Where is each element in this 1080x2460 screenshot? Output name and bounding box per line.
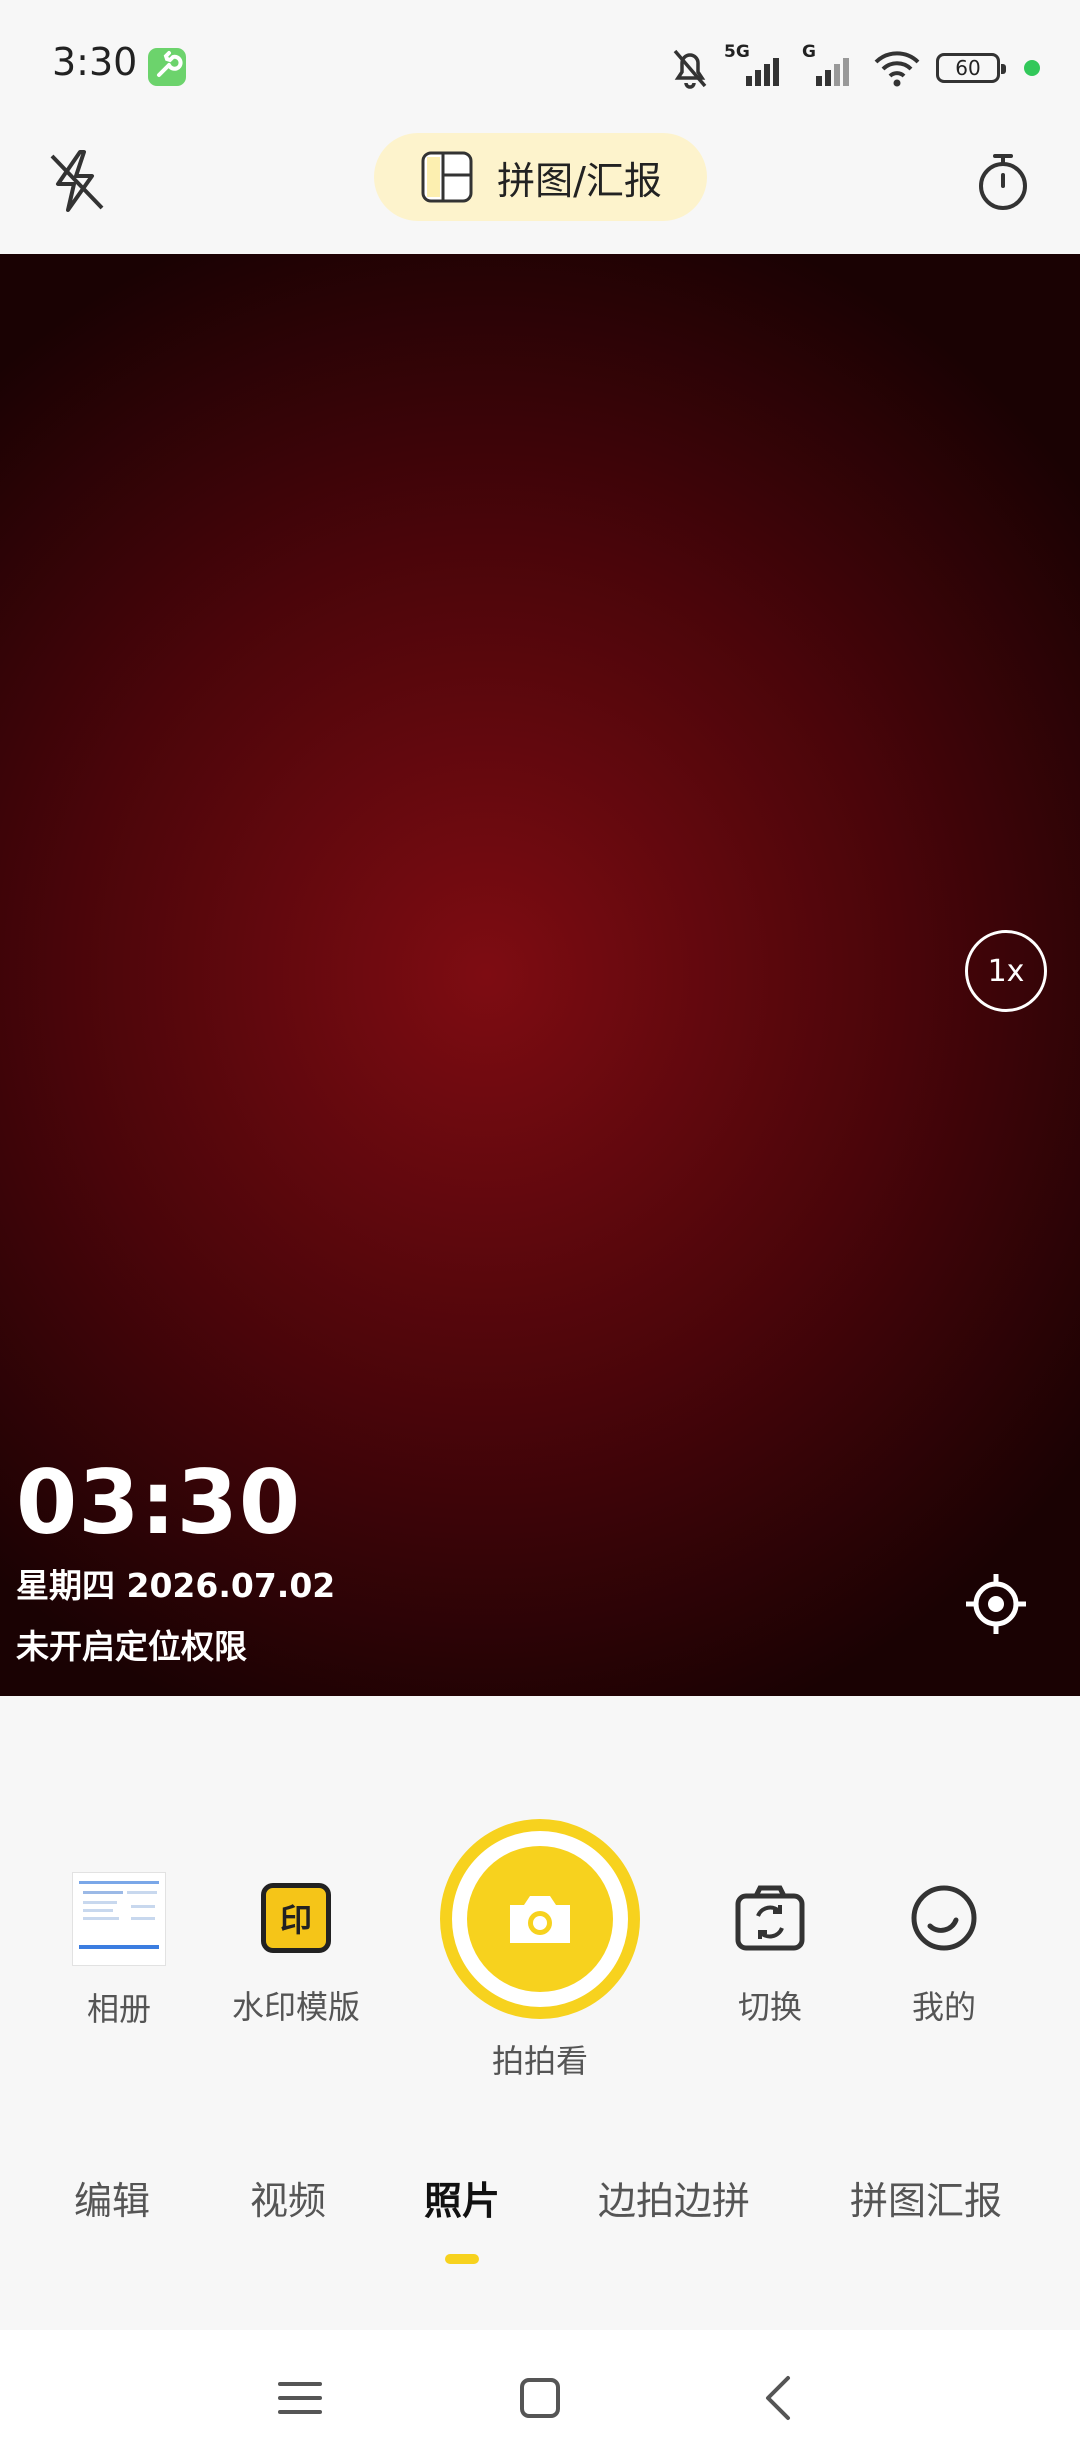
battery-indicator: 60 — [936, 53, 1006, 83]
switch-camera-icon — [735, 1885, 805, 1951]
collage-report-label: 拼图/汇报 — [497, 158, 662, 203]
tab-edit[interactable]: 编辑 — [74, 2170, 150, 2225]
camera-viewfinder[interactable]: 1x 03:30 星期四 2026.07.02 未开启定位权限 — [0, 254, 1080, 1696]
system-nav-bar — [0, 2330, 1080, 2460]
cellular-signal-5g-icon: 5G — [724, 42, 788, 90]
album-button[interactable]: 相册 — [72, 1872, 166, 2030]
switch-camera-label: 切换 — [737, 1988, 802, 2026]
collage-report-button[interactable]: 拼图/汇报 — [374, 133, 707, 221]
zoom-level-button[interactable]: 1x — [965, 930, 1047, 1012]
watermark-location: 未开启定位权限 — [16, 1627, 247, 1666]
camera-icon — [510, 1896, 570, 1943]
active-tab-indicator — [445, 2254, 479, 2264]
top-toolbar: 拼图/汇报 — [0, 130, 1080, 254]
cellular-signal-icon: G — [802, 42, 858, 90]
mine-button[interactable]: 我的 — [904, 1872, 984, 2028]
watermark-template-label: 水印模版 — [232, 1988, 361, 2026]
watermark-stamp-icon: 印 — [261, 1883, 331, 1953]
tab-video[interactable]: 视频 — [250, 2170, 326, 2225]
wifi-icon — [874, 51, 920, 87]
mute-bell-icon — [673, 49, 707, 89]
collage-layout-icon — [421, 151, 473, 203]
album-thumbnail — [72, 1872, 166, 1966]
mine-label: 我的 — [911, 1988, 976, 2026]
status-time: 3:30 — [52, 40, 138, 84]
location-target-icon[interactable] — [964, 1572, 1028, 1636]
privacy-indicator-dot — [1024, 60, 1040, 76]
watermark-date: 星期四 2026.07.02 — [16, 1566, 336, 1605]
home-icon[interactable] — [512, 2370, 568, 2426]
tab-shoot-and-collage[interactable]: 边拍边拼 — [598, 2170, 750, 2225]
watermark-time: 03:30 — [16, 1451, 302, 1554]
profile-smile-icon — [911, 1885, 977, 1951]
tab-photo[interactable]: 照片 — [424, 2170, 500, 2225]
switch-camera-button[interactable]: 切换 — [730, 1872, 810, 2028]
flash-off-icon[interactable] — [44, 146, 110, 216]
menu-icon[interactable] — [272, 2370, 328, 2426]
shutter-label: 拍拍看 — [491, 2042, 588, 2080]
back-icon[interactable] — [752, 2370, 808, 2426]
shutter-button[interactable] — [440, 1819, 640, 2019]
timer-icon[interactable] — [970, 148, 1036, 214]
tab-collage-report[interactable]: 拼图汇报 — [850, 2170, 1002, 2225]
status-icons: 5G G 60 — [670, 40, 1040, 96]
wrench-app-icon — [148, 48, 186, 86]
mode-tabs: 编辑 视频 照片 边拍边拼 拼图汇报 — [0, 2170, 1080, 2270]
watermark-template-button[interactable]: 印 水印模版 — [232, 1872, 360, 2028]
album-label: 相册 — [86, 1990, 151, 2028]
shutter-core — [467, 1846, 613, 1992]
status-bar: 3:30 5G G 60 — [0, 0, 1080, 130]
